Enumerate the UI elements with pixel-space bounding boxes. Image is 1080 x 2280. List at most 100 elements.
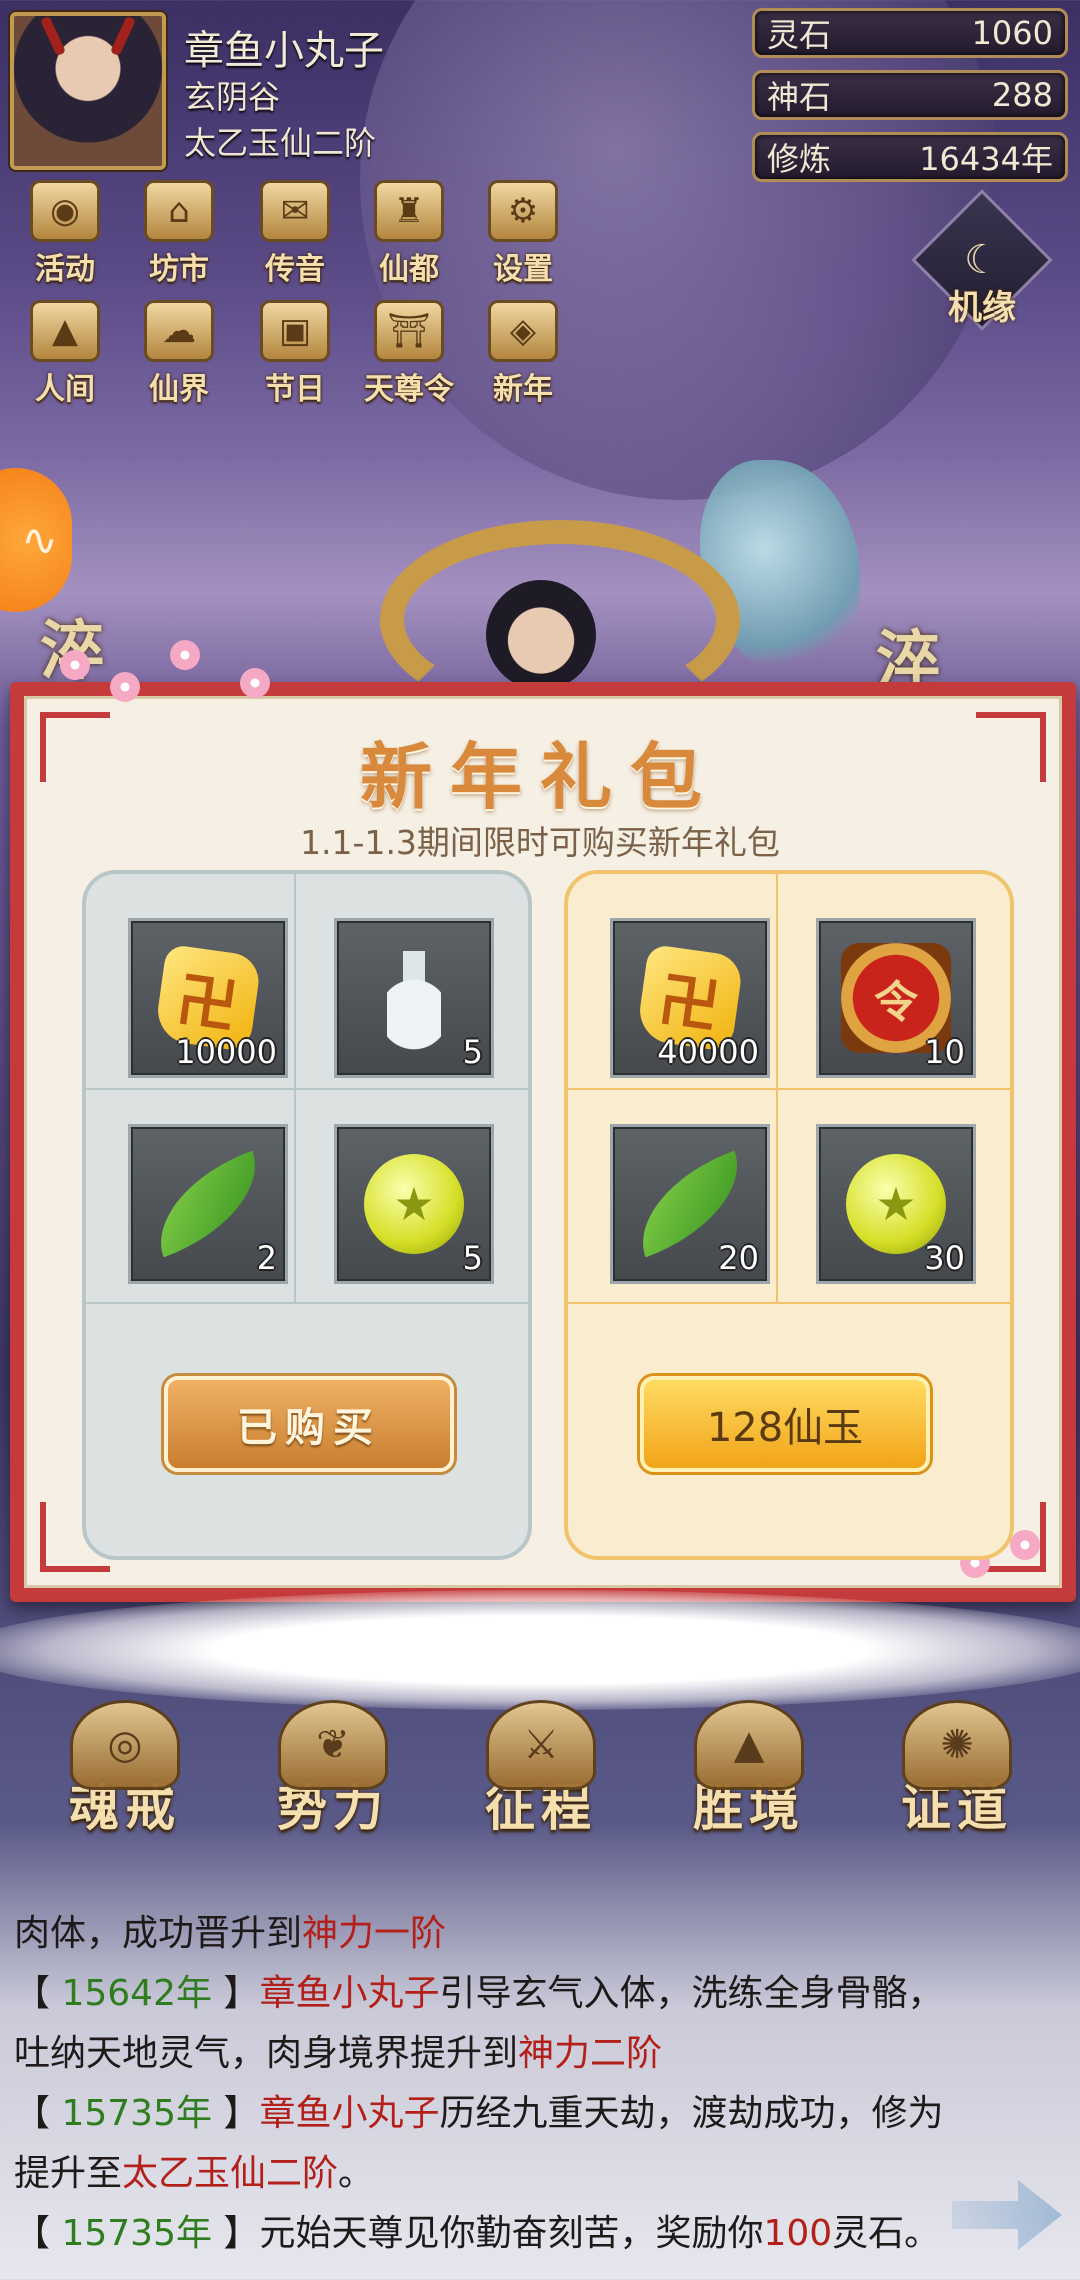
- resource-label: 神石: [767, 78, 832, 116]
- log-highlight: 神力一阶: [302, 1913, 447, 1954]
- gift-item[interactable]: 卍 40000: [610, 918, 770, 1078]
- nav-faction[interactable]: ❦ 势力: [248, 1700, 418, 1870]
- log-line: 吐纳天地灵气，肉身境界提升到神力二阶: [14, 2024, 1074, 2084]
- swirl-icon: ∿: [21, 514, 58, 566]
- resource-value: 16434年: [919, 140, 1053, 178]
- gift-item[interactable]: 2: [128, 1124, 288, 1284]
- wing-icon: ❦: [278, 1700, 388, 1790]
- side-float-button[interactable]: ∿: [0, 468, 72, 612]
- menu-fortune[interactable]: ☾ 机缘: [911, 189, 1053, 350]
- menu-festival[interactable]: ▣ 节日: [240, 300, 350, 410]
- player-character: [486, 580, 596, 690]
- item-count: 20: [718, 1239, 759, 1277]
- menu-label: 新年: [493, 372, 553, 407]
- mountain-icon: ▲: [30, 300, 100, 362]
- gift-icon: ▣: [260, 300, 330, 362]
- scroll-icon: ◈: [488, 300, 558, 362]
- log-year: 15642年: [61, 1973, 212, 2014]
- menu-label: 仙都: [379, 252, 439, 287]
- resource-god-stone: 神石 288: [752, 70, 1068, 120]
- seal-icon: ✺: [902, 1700, 1012, 1790]
- log-player-name: 章鱼小丸子: [259, 1973, 440, 2014]
- player-name: 章鱼小丸子: [184, 28, 384, 74]
- menu-celestial-order[interactable]: ⛩ 天尊令: [354, 300, 464, 410]
- ring-icon: ◎: [70, 1700, 180, 1790]
- menu-immortal-capital[interactable]: ♜ 仙都: [354, 180, 464, 290]
- menu-label: 仙界: [149, 372, 209, 407]
- menu-label: 节日: [265, 372, 325, 407]
- item-count: 30: [924, 1239, 965, 1277]
- gift-item[interactable]: ★ 5: [334, 1124, 494, 1284]
- blossom-decoration: [60, 650, 90, 680]
- gift-item[interactable]: 5: [334, 918, 494, 1078]
- gift-item[interactable]: 卍 10000: [128, 918, 288, 1078]
- swords-icon: ⚔: [486, 1700, 596, 1790]
- gift-subtitle: 1.1-1.3期间限时可购买新年礼包: [300, 823, 780, 862]
- log-text: 引导玄气入体，洗练全身骨骼，: [439, 1973, 944, 2014]
- resource-label: 灵石: [767, 16, 832, 54]
- nav-soul-ring[interactable]: ◎ 魂戒: [40, 1700, 210, 1870]
- pagoda-icon: ♜: [374, 180, 444, 242]
- resource-cultivation: 修炼 16434年: [752, 132, 1068, 182]
- menu-settings[interactable]: ⚙ 设置: [468, 180, 578, 290]
- log-text: 元始天尊见你勤奋刻苦，奖励你: [259, 2213, 764, 2254]
- log-highlight: 神力二阶: [518, 2033, 663, 2074]
- gift-title: 新年礼包: [359, 734, 720, 819]
- log-line: 提升至太乙玉仙二阶。: [14, 2144, 1074, 2204]
- resource-label: 修炼: [767, 140, 832, 178]
- log-line: 【 15735年 】元始天尊见你勤奋刻苦，奖励你100灵石。: [14, 2213, 941, 2254]
- menu-label: 传音: [265, 252, 325, 287]
- blossom-decoration: [110, 672, 140, 702]
- item-count: 2: [256, 1239, 277, 1277]
- log-line: 【 15735年 】章鱼小丸子历经九重天劫，渡劫成功，修为: [14, 2093, 944, 2134]
- nav-wonderland[interactable]: ▲ 胜境: [664, 1700, 834, 1870]
- nav-enlightenment[interactable]: ✺ 证道: [872, 1700, 1042, 1870]
- log-line: 【 15642年 】章鱼小丸子引导玄气入体，洗练全身骨骼，: [14, 1973, 944, 2014]
- nav-expedition[interactable]: ⚔ 征程: [456, 1700, 626, 1870]
- log-line: 肉体，成功晋升到神力一阶: [14, 1904, 1074, 1964]
- purchased-button[interactable]: 已购买: [164, 1376, 454, 1472]
- menu-new-year[interactable]: ◈ 新年: [468, 300, 578, 410]
- menu-messages[interactable]: ✉ 传音: [240, 180, 350, 290]
- item-count: 10: [924, 1033, 965, 1071]
- item-count: 5: [462, 1239, 483, 1277]
- market-icon: ⌂: [144, 180, 214, 242]
- menu-activity[interactable]: ◉ 活动: [10, 180, 120, 290]
- gift-item[interactable]: 20: [610, 1124, 770, 1284]
- menu-immortal-world[interactable]: ☁ 仙界: [124, 300, 234, 410]
- menu-label: 活动: [35, 252, 95, 287]
- log-text: 历经九重天劫，渡劫成功，修为: [439, 2093, 944, 2134]
- event-log: 肉体，成功晋升到神力一阶 【 15642年 】章鱼小丸子引导玄气入体，洗练全身骨…: [14, 1904, 1074, 2264]
- resource-value: 288: [991, 76, 1053, 114]
- log-highlight: 太乙玉仙二阶: [122, 2153, 339, 2194]
- blossom-decoration: [1010, 1530, 1040, 1560]
- menu-label: 机缘: [948, 288, 1016, 328]
- log-player-name: 章鱼小丸子: [259, 2093, 440, 2134]
- log-highlight: 100: [763, 2213, 833, 2254]
- log-year: 15735年: [61, 2213, 212, 2254]
- player-realm: 太乙玉仙二阶: [184, 124, 377, 162]
- menu-label: 设置: [493, 252, 553, 287]
- blossom-decoration: [170, 640, 200, 670]
- item-count: 40000: [657, 1033, 759, 1071]
- gift-item[interactable]: ★ 30: [816, 1124, 976, 1284]
- log-text: 肉体，成功晋升到: [14, 1913, 303, 1954]
- cloud-divider: [0, 1590, 1080, 1710]
- menu-market[interactable]: ⌂ 坊市: [124, 180, 234, 290]
- log-text: 吐纳天地灵气，肉身境界提升到: [14, 2033, 519, 2074]
- menu-mortal-world[interactable]: ▲ 人间: [10, 300, 120, 410]
- resource-spirit-stone: 灵石 1060: [752, 8, 1068, 58]
- star-orb-icon: ★: [364, 1154, 464, 1254]
- cloud-icon: ☁: [144, 300, 214, 362]
- menu-label: 坊市: [149, 252, 209, 287]
- menu-label: 人间: [35, 372, 95, 407]
- player-avatar[interactable]: [10, 12, 166, 170]
- log-text: 提升至: [14, 2153, 123, 2194]
- vase-icon: [387, 943, 441, 1053]
- corner-ornament: [976, 712, 1046, 782]
- log-text: 。: [338, 2153, 375, 2194]
- envelope-icon: ✉: [260, 180, 330, 242]
- gear-icon: ⚙: [488, 180, 558, 242]
- buy-premium-button[interactable]: 128仙玉: [640, 1376, 930, 1472]
- gift-item[interactable]: 令 10: [816, 918, 976, 1078]
